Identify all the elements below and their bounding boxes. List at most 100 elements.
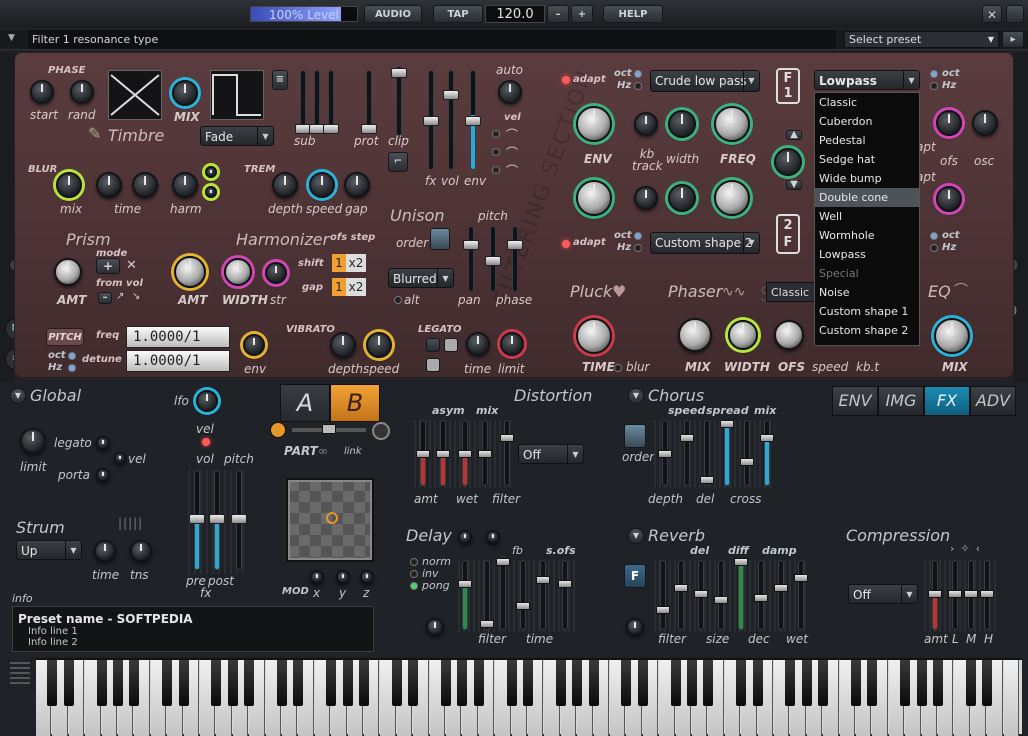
f1-kb-track-knob[interactable] xyxy=(634,112,658,136)
blur-small-knob-1[interactable] xyxy=(205,166,217,178)
harm-str-knob[interactable] xyxy=(265,262,287,284)
pitch-oct-radio[interactable] xyxy=(68,352,76,360)
black-key[interactable] xyxy=(900,660,911,706)
timbre-waveform-a[interactable] xyxy=(108,70,162,120)
reverb-wet-fader-track[interactable] xyxy=(798,560,804,630)
chorus-depth-fader-cap[interactable] xyxy=(658,450,672,458)
reverb-damp-fader-cap[interactable] xyxy=(774,584,788,592)
dropdown-option[interactable]: Classic xyxy=(815,93,919,112)
legato-mode-button-3[interactable] xyxy=(426,358,440,372)
preset-next-button[interactable]: ▸ xyxy=(1002,31,1024,48)
resonance-type-dropdown[interactable]: Lowpass ▼ xyxy=(814,70,920,90)
pluck-blur-radio[interactable] xyxy=(614,364,622,372)
hint-menu-icon[interactable]: ▼ xyxy=(8,33,20,45)
f2-freq-knob[interactable] xyxy=(714,180,750,216)
blur-small-knob-2[interactable] xyxy=(205,186,217,198)
dist-filter-fader-track[interactable] xyxy=(504,420,510,486)
level-meter[interactable]: 100% Level xyxy=(250,6,358,22)
black-key[interactable] xyxy=(277,660,287,706)
comp-amt-fader-cap[interactable] xyxy=(928,590,942,598)
blur-mix-knob[interactable] xyxy=(56,172,82,198)
delay-norm-radio[interactable] xyxy=(410,558,418,566)
unison-pitch-fader-cap[interactable] xyxy=(485,256,501,266)
pitch-fader-cap[interactable] xyxy=(231,514,247,524)
tempo-display[interactable]: 120.0 xyxy=(485,5,545,23)
black-key[interactable] xyxy=(621,660,632,706)
black-key[interactable] xyxy=(736,660,747,706)
tab-env[interactable]: ENV xyxy=(832,386,878,416)
black-key[interactable] xyxy=(473,660,484,706)
black-key[interactable] xyxy=(670,660,681,706)
freq-value[interactable]: 1.0000/1 xyxy=(126,326,230,348)
comp-m-fader-cap[interactable] xyxy=(964,590,978,598)
global-limit-knob[interactable] xyxy=(20,428,46,454)
f1-hz-radio[interactable] xyxy=(634,82,642,90)
delay-time-fader-track[interactable] xyxy=(520,560,526,630)
comp-h-fader-cap[interactable] xyxy=(980,590,994,598)
dropdown-option[interactable]: Wide bump xyxy=(815,169,919,188)
fx-fader-cap[interactable] xyxy=(423,116,439,126)
reverb-size-fader-cap[interactable] xyxy=(714,596,728,604)
post-fader-cap[interactable] xyxy=(209,514,225,524)
audio-button[interactable]: AUDIO xyxy=(364,5,422,23)
harm-width-knob[interactable] xyxy=(224,258,252,286)
part-a-button[interactable]: A xyxy=(280,384,330,422)
clip-curve-button[interactable]: ⌐ xyxy=(388,152,408,172)
chorus-collapse-button[interactable]: ▼ xyxy=(628,388,644,404)
dist-fader4-cap[interactable] xyxy=(478,450,492,458)
reverb-diff-fader-cap[interactable] xyxy=(734,558,748,566)
reverb-diff-fader-track[interactable] xyxy=(738,560,744,630)
dropdown-option[interactable]: Custom shape 1 xyxy=(815,302,919,321)
delay-fader1-track[interactable] xyxy=(462,560,468,630)
tempo-plus-button[interactable]: + xyxy=(571,5,593,23)
harm-amt-knob[interactable] xyxy=(174,256,206,288)
mod-x-knob[interactable] xyxy=(310,570,324,584)
delay-toggle-knob[interactable] xyxy=(458,530,472,544)
phase-rand-knob[interactable] xyxy=(70,80,94,104)
vol-fader-cap[interactable] xyxy=(443,90,459,100)
delay-sofs-fader-track[interactable] xyxy=(540,560,546,630)
strum-time-knob[interactable] xyxy=(94,540,116,562)
delay-fb-fader-cap[interactable] xyxy=(496,558,510,566)
distortion-mode-dropdown[interactable]: Off ▼ xyxy=(518,444,584,464)
harm-shift-value-b[interactable]: x2 xyxy=(346,254,366,272)
dist-fader2-cap[interactable] xyxy=(436,450,450,458)
xy-pad-cursor[interactable] xyxy=(326,512,338,524)
preset-selector[interactable]: Select preset ▼ xyxy=(844,31,999,48)
black-key[interactable] xyxy=(391,660,402,706)
chorus-spread-fader-cap[interactable] xyxy=(720,420,734,428)
black-key[interactable] xyxy=(113,660,123,706)
black-key[interactable] xyxy=(408,660,419,706)
f1-width-knob[interactable] xyxy=(668,110,696,138)
trem-depth-knob[interactable] xyxy=(272,172,298,198)
f1-freq-knob[interactable] xyxy=(714,106,750,142)
white-key[interactable] xyxy=(1003,660,1019,736)
f2-env-knob[interactable] xyxy=(576,180,612,216)
close-icon[interactable]: ✕ xyxy=(126,258,137,273)
legato-mode-button-1[interactable] xyxy=(426,338,440,352)
filter-link-up-button[interactable]: ▲ xyxy=(786,130,802,140)
phase-start-knob[interactable] xyxy=(30,80,54,104)
info-tab[interactable]: info xyxy=(12,592,33,605)
pre-fader-cap[interactable] xyxy=(189,514,205,524)
res2-oct-radio[interactable] xyxy=(930,232,938,240)
dropdown-option[interactable]: Wormhole xyxy=(815,226,919,245)
black-key[interactable] xyxy=(637,660,648,706)
black-key[interactable] xyxy=(211,660,222,706)
clip-fader-cap[interactable] xyxy=(391,68,407,78)
res-oct-radio[interactable] xyxy=(930,70,938,78)
timbre-fade-dropdown[interactable]: Fade ▼ xyxy=(200,126,274,146)
part-slider-handle[interactable] xyxy=(322,424,336,434)
reverb-return-knob[interactable] xyxy=(626,618,644,636)
reverb-wet-fader-cap[interactable] xyxy=(794,574,808,582)
chorus-order-button[interactable] xyxy=(624,424,646,448)
black-key[interactable] xyxy=(457,660,468,706)
dropdown-option[interactable]: Well xyxy=(815,207,919,226)
chorus-cross-fader-cap[interactable] xyxy=(740,458,754,466)
black-key[interactable] xyxy=(506,660,517,706)
res2-hz-radio[interactable] xyxy=(930,244,938,252)
f1-env-knob[interactable] xyxy=(576,106,612,142)
reverb-filter-fader-track[interactable] xyxy=(660,560,666,630)
keyboard-grip-icon[interactable] xyxy=(10,662,30,684)
vol-fader-track[interactable] xyxy=(448,70,454,170)
